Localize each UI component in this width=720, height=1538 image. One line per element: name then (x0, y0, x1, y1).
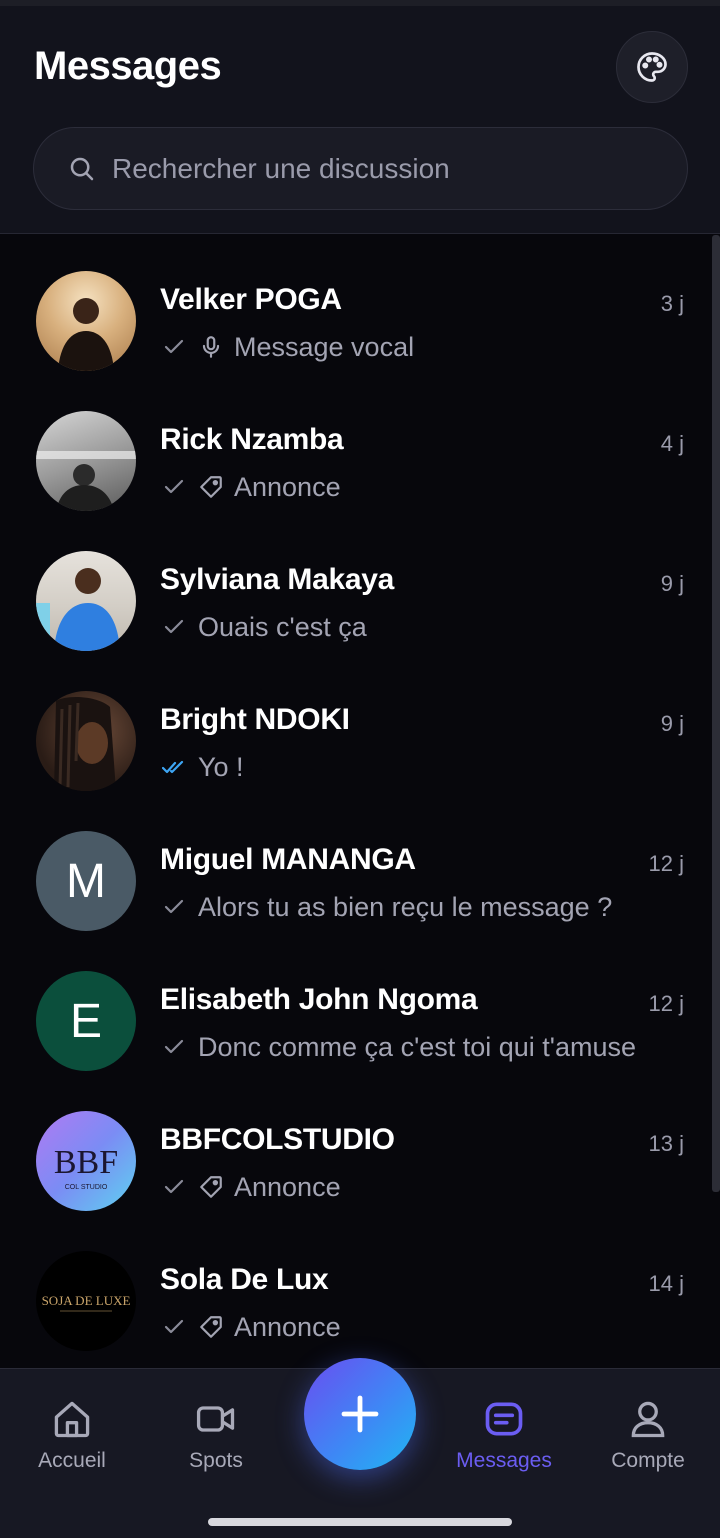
conversation-list: Velker POGA 3 j Message vocal Rick Nzamb… (0, 235, 720, 1368)
message-preview: Message vocal (162, 329, 414, 365)
message-time: 13 j (648, 1131, 684, 1156)
preview-text: Annonce (234, 471, 341, 502)
conversation-item[interactable]: Sylviana Makaya 9 j Ouais c'est ça (0, 515, 712, 655)
home-indicator (208, 1518, 512, 1526)
avatar (36, 411, 136, 511)
avatar-photo (54, 697, 116, 791)
soja-de-luxe-logo: SOJA DE LUXE (42, 1293, 131, 1312)
conversation-item[interactable]: Velker POGA 3 j Message vocal (0, 235, 712, 375)
nav-label: Accueil (38, 1449, 106, 1472)
svg-text:SOJA DE LUXE: SOJA DE LUXE (42, 1293, 131, 1308)
avatar-initial: E (69, 994, 102, 1048)
nav-item-accueil[interactable]: Accueil (12, 1397, 132, 1473)
check-icon (164, 479, 184, 494)
palette-icon (637, 52, 667, 82)
check-icon (164, 899, 184, 914)
contact-name: BBFCOLSTUDIO (160, 1123, 395, 1156)
avatar: BBF COL STUDIO (36, 1111, 136, 1211)
message-time: 14 j (648, 1271, 684, 1296)
check-icon (164, 339, 184, 354)
preview-text: Annonce (234, 1171, 341, 1202)
message-preview: Annonce (162, 1309, 341, 1345)
contact-name: Elisabeth John Ngoma (160, 983, 478, 1016)
message-time: 12 j (648, 851, 684, 876)
theme-palette-button[interactable] (616, 31, 688, 103)
page-title: Messages (34, 44, 222, 88)
nav-item-messages[interactable]: Messages (444, 1397, 564, 1473)
message-time: 4 j (660, 431, 684, 456)
nav-label: Spots (189, 1449, 243, 1472)
scrollbar[interactable] (712, 235, 720, 1192)
contact-name: Rick Nzamba (160, 423, 344, 456)
svg-text:COL STUDIO: COL STUDIO (65, 1184, 108, 1191)
message-preview: Annonce (162, 469, 341, 505)
avatar (36, 691, 136, 791)
preview-text: Alors tu as bien reçu le message ? (198, 891, 613, 922)
preview-text: Annonce (234, 1311, 341, 1342)
conversation-item[interactable]: M Miguel MANANGA 12 j Alors tu as bien r… (0, 795, 712, 935)
nav-label: Compte (611, 1449, 685, 1472)
message-time: 3 j (660, 291, 684, 316)
contact-name: Velker POGA (160, 283, 342, 316)
home-icon (54, 1401, 90, 1438)
double-check-icon (162, 760, 184, 774)
avatar-photo (36, 568, 120, 651)
preview-text: Yo ! (198, 751, 244, 782)
conversation-item[interactable]: Bright NDOKI 9 j Yo ! (0, 655, 712, 795)
avatar-photo (58, 298, 114, 371)
contact-name: Sylviana Makaya (160, 563, 394, 596)
microphone-icon (202, 336, 220, 358)
check-icon (164, 1039, 184, 1054)
tag-icon (200, 1176, 222, 1198)
avatar: SOJA DE LUXE (36, 1251, 136, 1351)
avatar-photo (36, 451, 136, 511)
message-time: 12 j (648, 991, 684, 1016)
check-icon (164, 1179, 184, 1194)
avatar: M (36, 831, 136, 931)
preview-text: Ouais c'est ça (198, 611, 367, 642)
preview-text: Donc comme ça c'est toi qui t'amuse (198, 1031, 636, 1062)
contact-name: Bright NDOKI (160, 703, 350, 736)
tag-icon (200, 1316, 222, 1338)
nav-label: Messages (456, 1449, 552, 1472)
search-bar[interactable] (33, 127, 688, 210)
svg-text:BBF: BBF (54, 1144, 118, 1181)
plus-icon (341, 1395, 379, 1433)
check-icon (164, 1319, 184, 1334)
tag-icon (200, 476, 222, 498)
video-camera-icon (196, 1406, 235, 1432)
preview-text: Message vocal (234, 331, 415, 362)
message-preview: Yo ! (162, 749, 244, 785)
conversation-item[interactable]: SOJA DE LUXE Sola De Lux 14 j Annonce (0, 1215, 712, 1355)
message-preview: Donc comme ça c'est toi qui t'amuse (162, 1029, 636, 1065)
message-preview: Ouais c'est ça (162, 609, 367, 645)
search-icon (70, 157, 94, 181)
avatar: E (36, 971, 136, 1071)
avatar (36, 271, 136, 371)
check-icon (164, 619, 184, 634)
message-preview: Annonce (162, 1169, 341, 1205)
new-conversation-button[interactable] (304, 1358, 416, 1470)
bbf-logo: BBF COL STUDIO (54, 1144, 118, 1191)
avatar-initial: M (66, 854, 106, 908)
search-input[interactable] (112, 146, 662, 192)
avatar (36, 551, 136, 651)
header: Messages (0, 6, 720, 234)
message-icon (485, 1402, 523, 1436)
contact-name: Miguel MANANGA (160, 843, 416, 876)
contact-name: Sola De Lux (160, 1263, 329, 1296)
conversation-item[interactable]: Rick Nzamba 4 j Annonce (0, 375, 712, 515)
user-icon (631, 1401, 665, 1438)
conversation-item[interactable]: E Elisabeth John Ngoma 12 j Donc comme ç… (0, 935, 712, 1075)
message-time: 9 j (660, 711, 684, 736)
nav-item-compte[interactable]: Compte (588, 1397, 708, 1473)
conversation-item[interactable]: BBF COL STUDIO BBFCOLSTUDIO 13 j Annonce (0, 1075, 712, 1215)
nav-item-spots[interactable]: Spots (156, 1397, 276, 1473)
message-time: 9 j (660, 571, 684, 596)
message-preview: Alors tu as bien reçu le message ? (162, 889, 612, 925)
